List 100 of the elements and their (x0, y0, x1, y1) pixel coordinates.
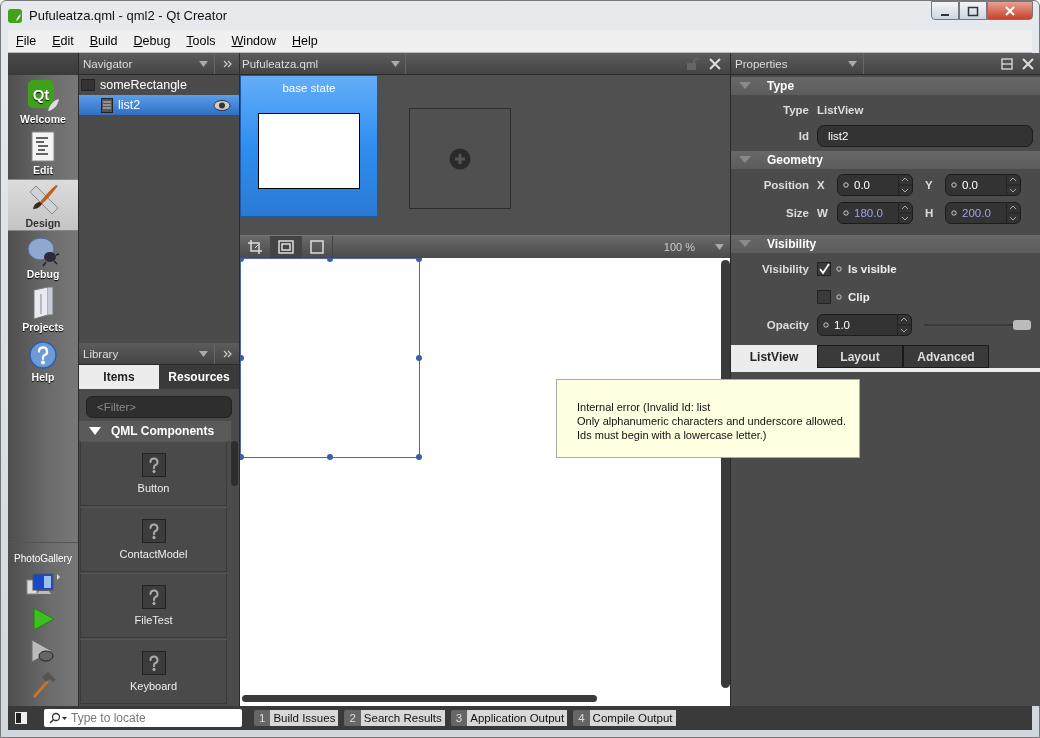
selected-item[interactable] (240, 258, 420, 458)
question-mark-icon (141, 651, 166, 675)
mode-button[interactable]: Help (8, 335, 78, 387)
slider-handle[interactable] (1013, 320, 1031, 330)
float-icon[interactable] (1001, 57, 1013, 70)
resize-handle[interactable] (416, 355, 422, 361)
component-item[interactable]: FileTest (80, 573, 227, 638)
mode-button[interactable]: Design (8, 179, 78, 231)
menu-item[interactable]: Build (81, 34, 126, 48)
spin-box[interactable]: 0.0 (945, 174, 1021, 196)
binding-dot-icon[interactable] (836, 266, 842, 272)
menu-item[interactable]: Tools (178, 34, 224, 48)
binding-dot-icon[interactable] (951, 182, 957, 188)
file-dropdown[interactable]: Pufuleatza.qml (240, 53, 406, 74)
caret-icon (199, 60, 208, 67)
list-icon (101, 97, 113, 113)
stepper-icon[interactable] (898, 202, 912, 224)
question-mark-icon (141, 585, 166, 609)
question-mark-icon (141, 519, 166, 543)
section-header[interactable]: QML Components (79, 421, 231, 441)
property-label: Visibility (760, 263, 809, 275)
checkbox[interactable] (817, 262, 831, 276)
eye-icon[interactable] (213, 99, 231, 111)
menu-item[interactable]: Debug (125, 34, 179, 48)
caret-icon (715, 244, 724, 250)
spin-box[interactable]: 1.0 (817, 314, 912, 336)
component-item[interactable]: Button (80, 441, 227, 506)
binding-dot-icon[interactable] (836, 294, 842, 300)
close-icon[interactable] (1022, 57, 1034, 70)
tab[interactable]: ListView (731, 345, 817, 368)
triangle-icon (89, 426, 101, 436)
locate-field[interactable]: Type to locate (44, 709, 242, 727)
tab[interactable]: Advanced (903, 345, 989, 368)
tooltip-text: Ids must begin with a lowercase letter.) (577, 428, 768, 442)
square-icon (310, 240, 324, 254)
maximize-button[interactable] (959, 1, 987, 20)
resize-handle[interactable] (327, 454, 333, 460)
question-mark-icon (141, 453, 166, 477)
resize-handle[interactable] (416, 454, 422, 460)
minimize-button[interactable] (931, 1, 959, 20)
plus-icon (449, 147, 471, 170)
tab[interactable]: Items (79, 365, 159, 389)
filter-field[interactable]: <Filter> (86, 396, 232, 418)
mode-button[interactable]: Qt Welcome (8, 75, 78, 127)
caret-icon (848, 60, 857, 67)
app-icon (7, 7, 23, 24)
close-icon[interactable] (709, 57, 721, 70)
menu-item[interactable]: File (8, 34, 45, 48)
mode-button[interactable]: Projects (8, 283, 78, 335)
id-field[interactable]: list2 (817, 125, 1033, 147)
menu-item[interactable]: Window (223, 34, 285, 48)
binding-dot-icon[interactable] (843, 210, 849, 216)
binding-dot-icon[interactable] (823, 322, 829, 328)
zoom-dropdown[interactable]: 100 % (663, 241, 730, 253)
checkbox[interactable] (817, 290, 831, 304)
caret-icon (391, 60, 400, 67)
axis-label: H (925, 207, 935, 219)
scrollbar[interactable] (242, 695, 597, 702)
window-title: Pufuleatza.qml - qml2 - Qt Creator (29, 8, 227, 23)
navigator-dropdown[interactable]: Navigator (79, 53, 215, 74)
tree-item[interactable]: someRectangle (79, 75, 239, 95)
binding-dot-icon[interactable] (843, 182, 849, 188)
scrollbar[interactable] (231, 441, 238, 486)
library-dropdown[interactable]: Library (79, 343, 215, 364)
tab[interactable]: Resources (159, 365, 239, 389)
component-item[interactable]: ContactModel (80, 507, 227, 572)
binding-dot-icon[interactable] (951, 210, 957, 216)
sidebar-toggle-icon[interactable] (14, 711, 28, 725)
mode-button[interactable]: Debug (8, 231, 78, 283)
stepper-icon[interactable] (1006, 174, 1020, 196)
minimize-icon (941, 13, 949, 16)
menu-item[interactable]: Edit (44, 34, 82, 48)
property-label: Type (782, 104, 809, 116)
stepper-icon[interactable] (898, 174, 912, 196)
section-header[interactable]: Visibility (731, 235, 1040, 253)
type-value: ListView (817, 104, 864, 116)
properties-dropdown[interactable]: Properties (731, 53, 864, 74)
menu-item[interactable]: Help (284, 34, 326, 48)
close-button[interactable] (987, 1, 1033, 20)
section-header[interactable]: Type (731, 77, 1040, 95)
run-with-bug-icon[interactable] (29, 638, 57, 664)
triangle-icon (739, 156, 751, 164)
run-icon[interactable] (30, 606, 56, 632)
triangle-icon (739, 82, 751, 90)
tree-item[interactable]: list2 (79, 95, 239, 115)
axis-label: X (817, 179, 826, 191)
spin-box[interactable]: 180.0 (837, 202, 913, 224)
more-icon[interactable] (223, 59, 233, 68)
section-header[interactable]: Geometry (731, 151, 1040, 169)
mode-button[interactable]: Edit (8, 127, 78, 179)
help-icon (28, 339, 58, 370)
component-item[interactable]: Keyboard (80, 639, 227, 704)
tab[interactable]: Layout (817, 345, 903, 368)
stepper-icon[interactable] (897, 314, 911, 336)
stepper-icon[interactable] (1006, 202, 1020, 224)
spin-box[interactable]: 0.0 (837, 174, 913, 196)
more-icon[interactable] (223, 349, 233, 358)
property-label: Size (785, 207, 809, 219)
spin-box[interactable]: 200.0 (945, 202, 1021, 224)
tool-button[interactable] (271, 236, 302, 258)
